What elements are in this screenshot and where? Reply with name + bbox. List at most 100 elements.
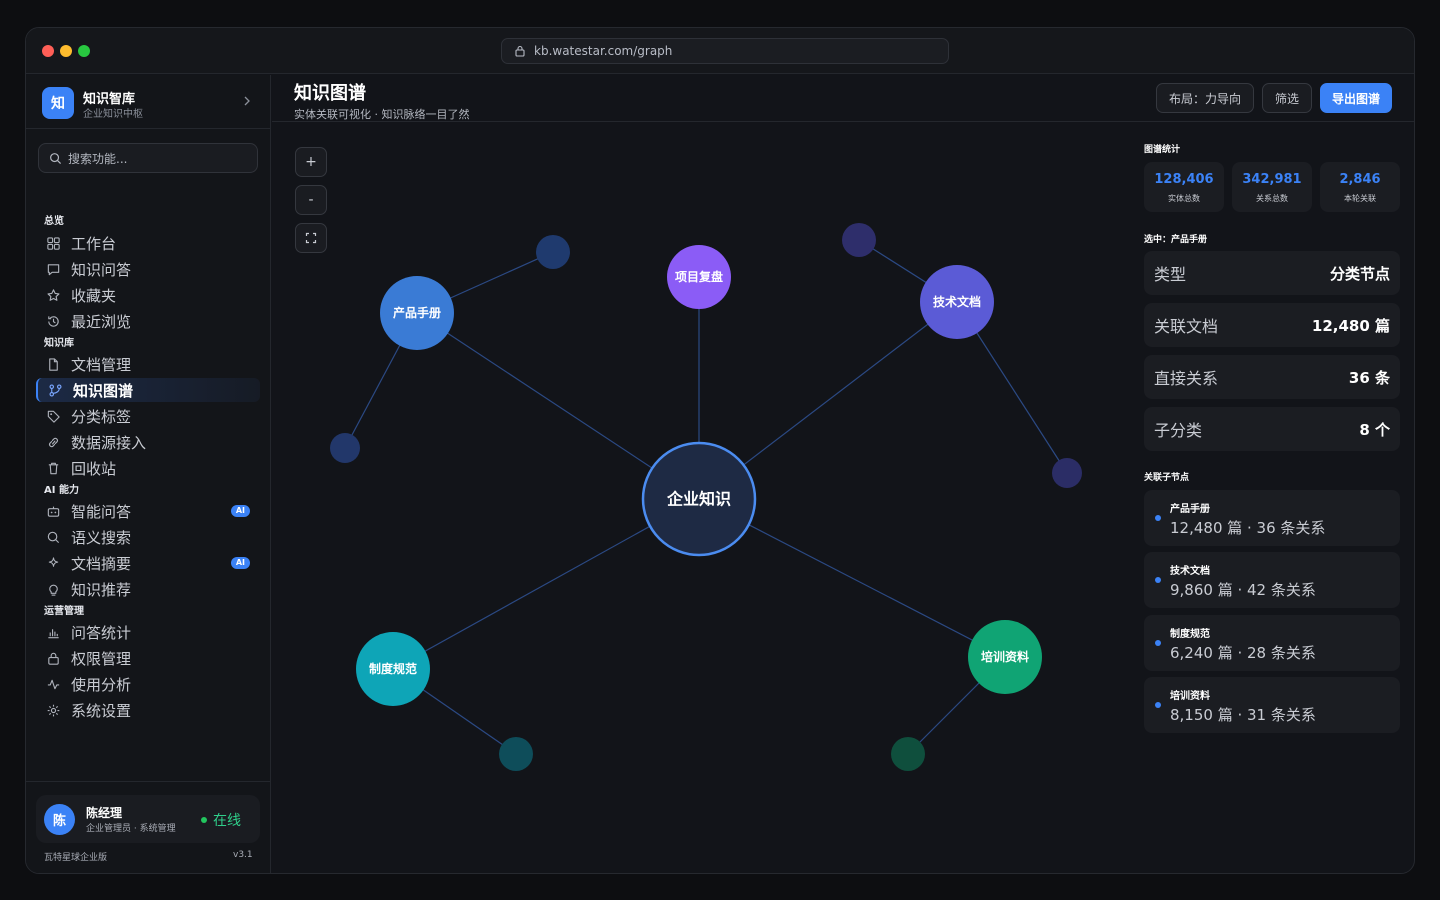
sidebar-item-permissions[interactable]: 权限管理 [36,646,260,670]
close-window-button[interactable] [42,45,54,57]
sidebar: 知 知识智库 企业知识中枢 搜索功能... 总览 工作台 知识问答 收藏夹 最近… [26,75,271,873]
child-name: 产品手册 [1170,504,1210,515]
prop-row: 直接关系 36 条 [1144,355,1400,399]
child-node-item[interactable]: 培训资料 8,150 篇 · 31 条关系 [1144,677,1400,733]
bullet-icon [1155,702,1161,708]
bullet-icon [1155,515,1161,521]
version-label: v3.1 [233,850,253,860]
child-name: 技术文档 [1170,566,1210,577]
chevron-right-icon [244,96,250,106]
stat-card: 2,846 本轮关联 [1320,162,1400,212]
prop-value: 8 个 [1359,420,1390,439]
sidebar-item-recommend[interactable]: 知识推荐 [36,577,260,601]
node-label: 培训资料 [981,649,1029,664]
sidebar-item-label: 回收站 [71,459,117,478]
status-badge: 在线 [201,810,241,830]
search-placeholder: 搜索功能... [68,151,128,166]
sidebar-item-favorites[interactable]: 收藏夹 [36,283,260,307]
sidebar-item-label: 系统设置 [71,701,132,720]
ai-badge: AI [230,557,250,569]
child-node-item[interactable]: 制度规范 6,240 篇 · 28 条关系 [1144,615,1400,671]
child-node-item[interactable]: 产品手册 12,480 篇 · 36 条关系 [1144,490,1400,546]
sidebar-item-semantic-search[interactable]: 语义搜索 [36,525,260,549]
sparkle-icon [48,556,59,567]
leaf-node[interactable] [1052,458,1082,488]
section-ops: 运营管理 [44,606,84,617]
sidebar-item-label: 智能问答 [71,502,132,521]
minimize-window-button[interactable] [60,45,72,57]
sidebar-item-label: 收藏夹 [71,286,117,305]
sidebar-item-documents[interactable]: 文档管理 [36,352,260,376]
sidebar-item-datasource[interactable]: 数据源接入 [36,430,260,454]
link-icon [49,437,58,447]
leaf-node[interactable] [499,737,533,771]
bullet-icon [1155,640,1161,646]
sidebar-item-usage[interactable]: 使用分析 [36,672,260,696]
brand-logo: 知 [42,87,74,119]
user-name: 陈经理 [86,806,123,820]
sidebar-item-tags[interactable]: 分类标签 [36,404,260,428]
sidebar-item-label: 最近浏览 [71,312,132,331]
stat-label: 实体总数 [1168,194,1200,203]
sidebar-item-qa-stats[interactable]: 问答统计 [36,620,260,644]
activity-icon [47,679,60,689]
page-title: 知识图谱 [294,83,366,104]
sidebar-item-recent[interactable]: 最近浏览 [36,309,260,333]
leaf-node[interactable] [536,235,570,269]
ai-badge: AI [230,505,250,517]
bar-chart-icon [48,628,59,638]
sidebar-item-label: 知识图谱 [73,381,134,400]
node-label: 项目复盘 [675,269,723,284]
sidebar-item-settings[interactable]: 系统设置 [36,698,260,722]
layout-button[interactable]: 布局：力导向 [1156,83,1254,113]
divider [26,781,270,782]
sidebar-item-summary[interactable]: 文档摘要 AI [36,551,260,575]
child-desc: 9,860 篇 · 42 条关系 [1170,581,1316,599]
leaf-node[interactable] [330,433,360,463]
app-window: kb.watestar.com/graph 知 知识智库 企业知识中枢 搜索功能… [25,27,1415,874]
section-library: 知识库 [44,338,74,349]
sidebar-item-trash[interactable]: 回收站 [36,456,260,480]
prop-key: 子分类 [1154,421,1203,440]
children-title: 关联子节点 [1144,473,1190,483]
prop-key: 关联文档 [1154,317,1219,336]
sidebar-item-smart-qa[interactable]: 智能问答 AI [36,499,260,523]
maximize-window-button[interactable] [78,45,90,57]
sidebar-item-knowledge-graph[interactable]: 知识图谱 [36,378,260,402]
sidebar-item-qa[interactable]: 知识问答 [36,257,260,281]
brand-header[interactable]: 知 知识智库 企业知识中枢 [26,75,270,129]
gear-icon [47,704,60,716]
bulb-icon [49,584,58,596]
edition-label: 瓦特星球企业版 [44,853,108,863]
address-bar[interactable]: kb.watestar.com/graph [501,38,949,64]
sidebar-item-workbench[interactable]: 工作台 [36,231,260,255]
prop-row: 类型 分类节点 [1144,251,1400,295]
sidebar-item-label: 语义搜索 [71,528,132,547]
leaf-node[interactable] [842,223,876,257]
leaf-node[interactable] [891,737,925,771]
history-icon [48,315,59,327]
graph-canvas[interactable]: + - 企业知识 产品手册 项目复盘 技术文档 制度规范 培训资料 [272,122,1132,873]
stat-label: 本轮关联 [1344,194,1376,203]
stat-value: 342,981 [1242,172,1302,187]
search-input[interactable]: 搜索功能... [38,143,258,173]
section-ai: AI 能力 [44,485,79,496]
sidebar-item-label: 知识推荐 [71,580,132,599]
center-node-label: 企业知识 [666,490,731,509]
stat-card: 128,406 实体总数 [1144,162,1224,212]
prop-key: 直接关系 [1154,369,1219,388]
export-graph-button[interactable]: 导出图谱 [1320,83,1392,113]
sidebar-item-label: 数据源接入 [71,433,147,452]
node-label: 产品手册 [393,305,441,320]
stat-value: 2,846 [1339,172,1381,187]
sidebar-item-label: 使用分析 [71,675,132,694]
sidebar-item-label: 问答统计 [71,623,132,642]
bullet-icon [1155,577,1161,583]
status-dot-icon [201,817,207,823]
child-desc: 12,480 篇 · 36 条关系 [1170,519,1326,537]
filter-button[interactable]: 筛选 [1262,83,1312,113]
user-card[interactable]: 陈 陈经理 企业管理员 · 系统管理 在线 [36,795,260,843]
child-node-item[interactable]: 技术文档 9,860 篇 · 42 条关系 [1144,552,1400,608]
lock-icon [515,45,525,57]
sidebar-item-label: 知识问答 [71,260,132,279]
